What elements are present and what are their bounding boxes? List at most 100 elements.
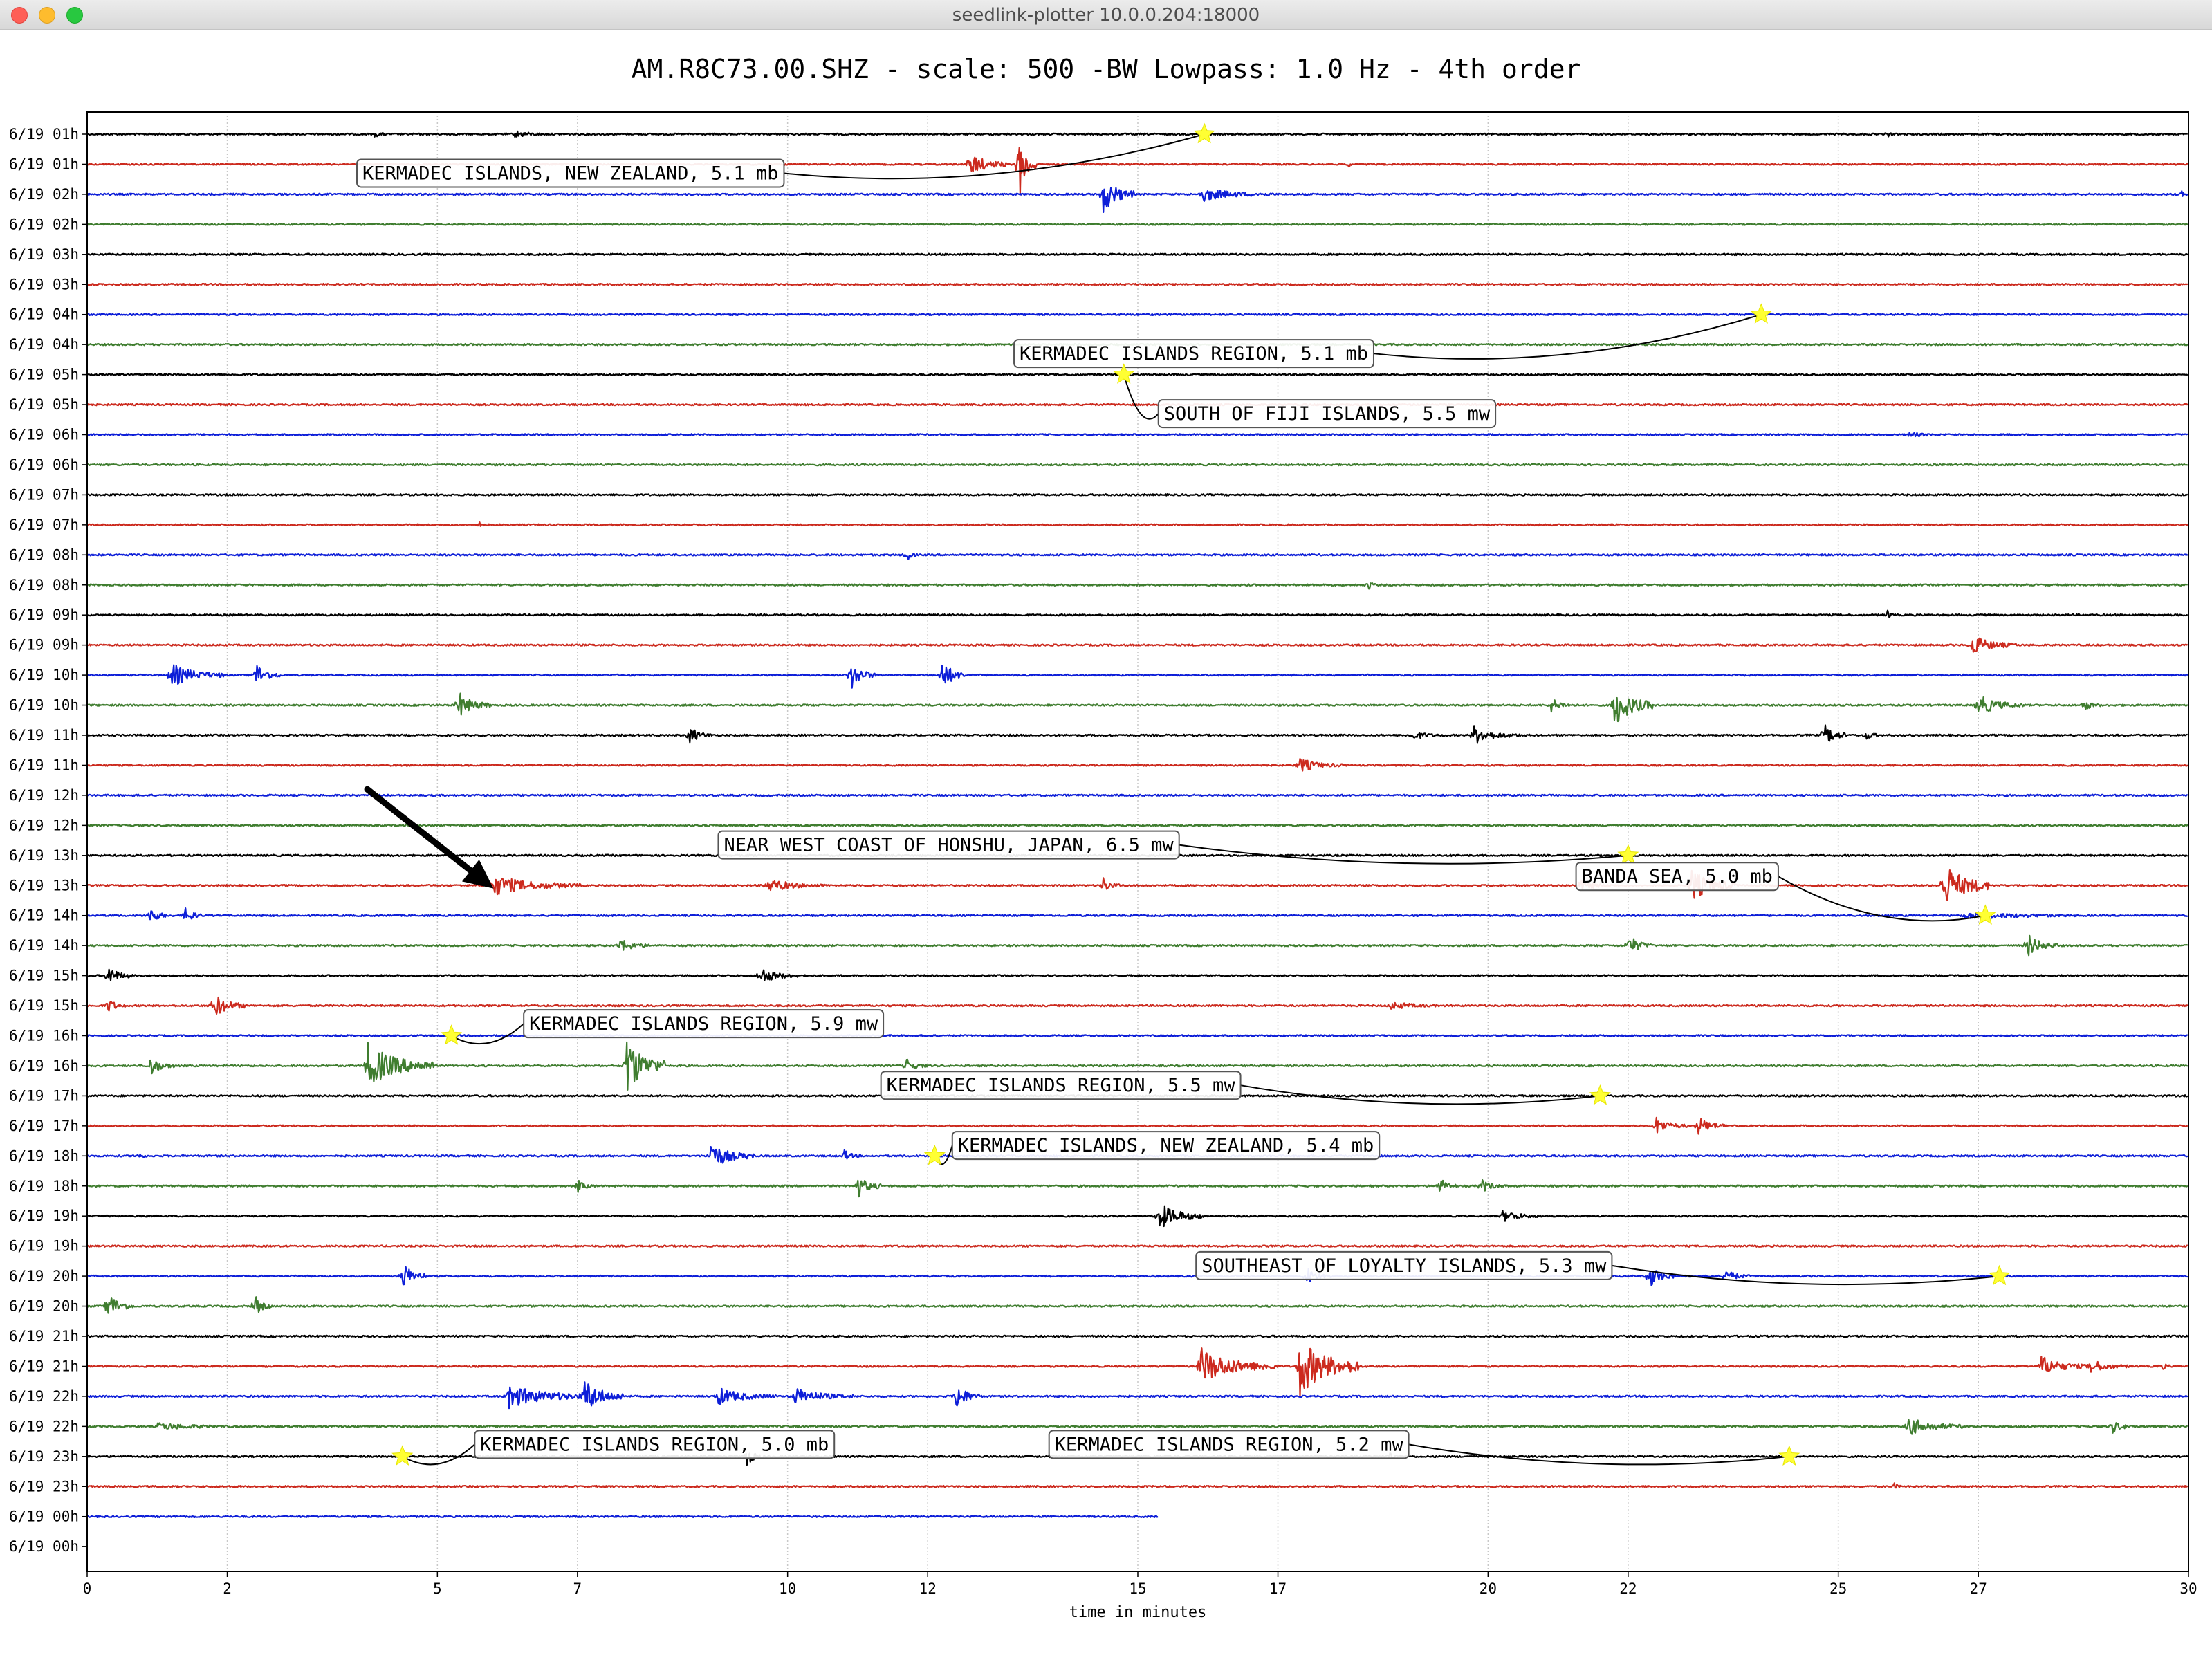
row-label: 6/19 09h <box>9 637 79 654</box>
event-label: KERMADEC ISLANDS REGION, 5.2 mw <box>1055 1434 1404 1455</box>
event-label: KERMADEC ISLANDS, NEW ZEALAND, 5.1 mb <box>362 163 778 184</box>
x-tick-label: 30 <box>2179 1580 2197 1597</box>
row-label: 6/19 00h <box>9 1538 79 1555</box>
seismic-trace <box>86 637 2188 653</box>
event-connector <box>451 1023 524 1045</box>
event-connector <box>402 1443 475 1466</box>
seismic-trace <box>86 1515 1159 1518</box>
event-star-marker <box>391 1445 414 1466</box>
row-label: 6/19 10h <box>9 697 79 714</box>
row-label: 6/19 19h <box>9 1238 79 1255</box>
event-star-marker <box>440 1024 463 1045</box>
event-label: KERMADEC ISLANDS, NEW ZEALAND, 5.4 mb <box>958 1135 1374 1156</box>
seismic-trace <box>86 869 2188 901</box>
row-label: 6/19 01h <box>9 126 79 142</box>
x-tick-label: 2 <box>223 1580 232 1597</box>
x-tick-label: 7 <box>573 1580 582 1597</box>
row-label: 6/19 14h <box>9 907 79 924</box>
event-star-marker <box>1988 1264 2011 1286</box>
row-label: 6/19 15h <box>9 997 79 1014</box>
event-connector <box>1408 1443 1789 1466</box>
event-label: KERMADEC ISLANDS REGION, 5.5 mw <box>887 1075 1236 1096</box>
x-tick-label: 25 <box>1829 1580 1847 1597</box>
seismic-trace <box>86 1266 2188 1286</box>
row-label: 6/19 07h <box>9 486 79 503</box>
event-label: KERMADEC ISLANDS REGION, 5.9 mw <box>529 1013 878 1035</box>
row-label: 6/19 04h <box>9 336 79 353</box>
event-star-marker <box>923 1144 946 1165</box>
event-star-marker <box>1778 1445 1800 1466</box>
event-label: BANDA SEA, 5.0 mb <box>1582 866 1773 887</box>
row-label: 6/19 15h <box>9 968 79 984</box>
x-axis-label: time in minutes <box>1069 1604 1207 1621</box>
event-connector <box>784 133 1205 180</box>
event-label: NEAR WEST COAST OF HONSHU, JAPAN, 6.5 mw <box>723 835 1174 856</box>
seismic-trace <box>86 403 2188 407</box>
seismic-trace <box>86 223 2188 226</box>
row-label: 6/19 22h <box>9 1388 79 1405</box>
x-tick-label: 15 <box>1129 1580 1146 1597</box>
row-label: 6/19 00h <box>9 1508 79 1525</box>
row-label: 6/19 14h <box>9 937 79 954</box>
seismic-trace <box>86 758 2188 772</box>
row-label: 6/19 12h <box>9 817 79 833</box>
event-star-marker <box>1589 1084 1611 1105</box>
row-label: 6/19 13h <box>9 877 79 894</box>
row-label: 6/19 02h <box>9 216 79 232</box>
row-label: 6/19 16h <box>9 1058 79 1074</box>
seismic-trace <box>86 582 2188 590</box>
x-tick-label: 12 <box>919 1580 937 1597</box>
event-label: SOUTH OF FIJI ISLANDS, 5.5 mw <box>1164 403 1491 425</box>
event-star-marker <box>1617 844 1639 865</box>
event-star-marker <box>1193 122 1215 144</box>
pointer-arrow <box>364 786 474 874</box>
row-label: 6/19 20h <box>9 1298 79 1315</box>
row-label: 6/19 18h <box>9 1178 79 1194</box>
seismic-trace <box>86 252 2188 257</box>
row-label: 6/19 21h <box>9 1328 79 1345</box>
seismic-trace <box>86 968 2188 981</box>
row-label: 6/19 09h <box>9 607 79 623</box>
row-label: 6/19 03h <box>9 276 79 293</box>
row-label: 6/19 02h <box>9 186 79 203</box>
seismic-trace <box>86 1244 2188 1248</box>
event-label: KERMADEC ISLANDS REGION, 5.1 mb <box>1020 343 1368 364</box>
x-tick-label: 27 <box>1970 1580 1987 1597</box>
seismic-trace <box>86 283 2188 286</box>
row-label: 6/19 20h <box>9 1268 79 1284</box>
row-label: 6/19 18h <box>9 1147 79 1164</box>
row-label: 6/19 08h <box>9 546 79 563</box>
row-label: 6/19 08h <box>9 577 79 593</box>
x-tick-label: 22 <box>1619 1580 1637 1597</box>
row-label: 6/19 13h <box>9 847 79 864</box>
seismic-trace <box>86 493 2188 497</box>
seismic-trace <box>86 1482 2188 1489</box>
row-label: 6/19 11h <box>9 757 79 773</box>
x-tick-label: 10 <box>779 1580 796 1597</box>
row-label: 6/19 10h <box>9 667 79 683</box>
event-connector <box>1373 313 1762 360</box>
seismic-trace <box>86 432 2188 438</box>
seismic-trace <box>86 463 2188 467</box>
x-tick-label: 20 <box>1480 1580 1497 1597</box>
event-label: SOUTHEAST OF LOYALTY ISLANDS, 5.3 mw <box>1201 1255 1607 1277</box>
seismic-trace <box>86 609 2188 618</box>
row-label: 6/19 17h <box>9 1118 79 1134</box>
seismic-trace <box>86 187 2188 213</box>
row-label: 6/19 11h <box>9 727 79 744</box>
row-label: 6/19 06h <box>9 427 79 443</box>
row-label: 6/19 21h <box>9 1358 79 1374</box>
seismic-trace <box>86 313 2188 316</box>
row-label: 6/19 05h <box>9 396 79 413</box>
seismic-trace <box>87 1334 2188 1338</box>
row-label: 6/19 07h <box>9 517 79 533</box>
x-tick-label: 17 <box>1269 1580 1287 1597</box>
event-label: KERMADEC ISLANDS REGION, 5.0 mb <box>480 1434 829 1455</box>
row-label: 6/19 01h <box>9 156 79 172</box>
seismic-trace <box>86 824 2188 827</box>
row-label: 6/19 17h <box>9 1087 79 1104</box>
event-star-marker <box>1750 303 1772 324</box>
row-label: 6/19 04h <box>9 306 79 323</box>
x-tick-label: 5 <box>433 1580 442 1597</box>
row-label: 6/19 19h <box>9 1208 79 1224</box>
